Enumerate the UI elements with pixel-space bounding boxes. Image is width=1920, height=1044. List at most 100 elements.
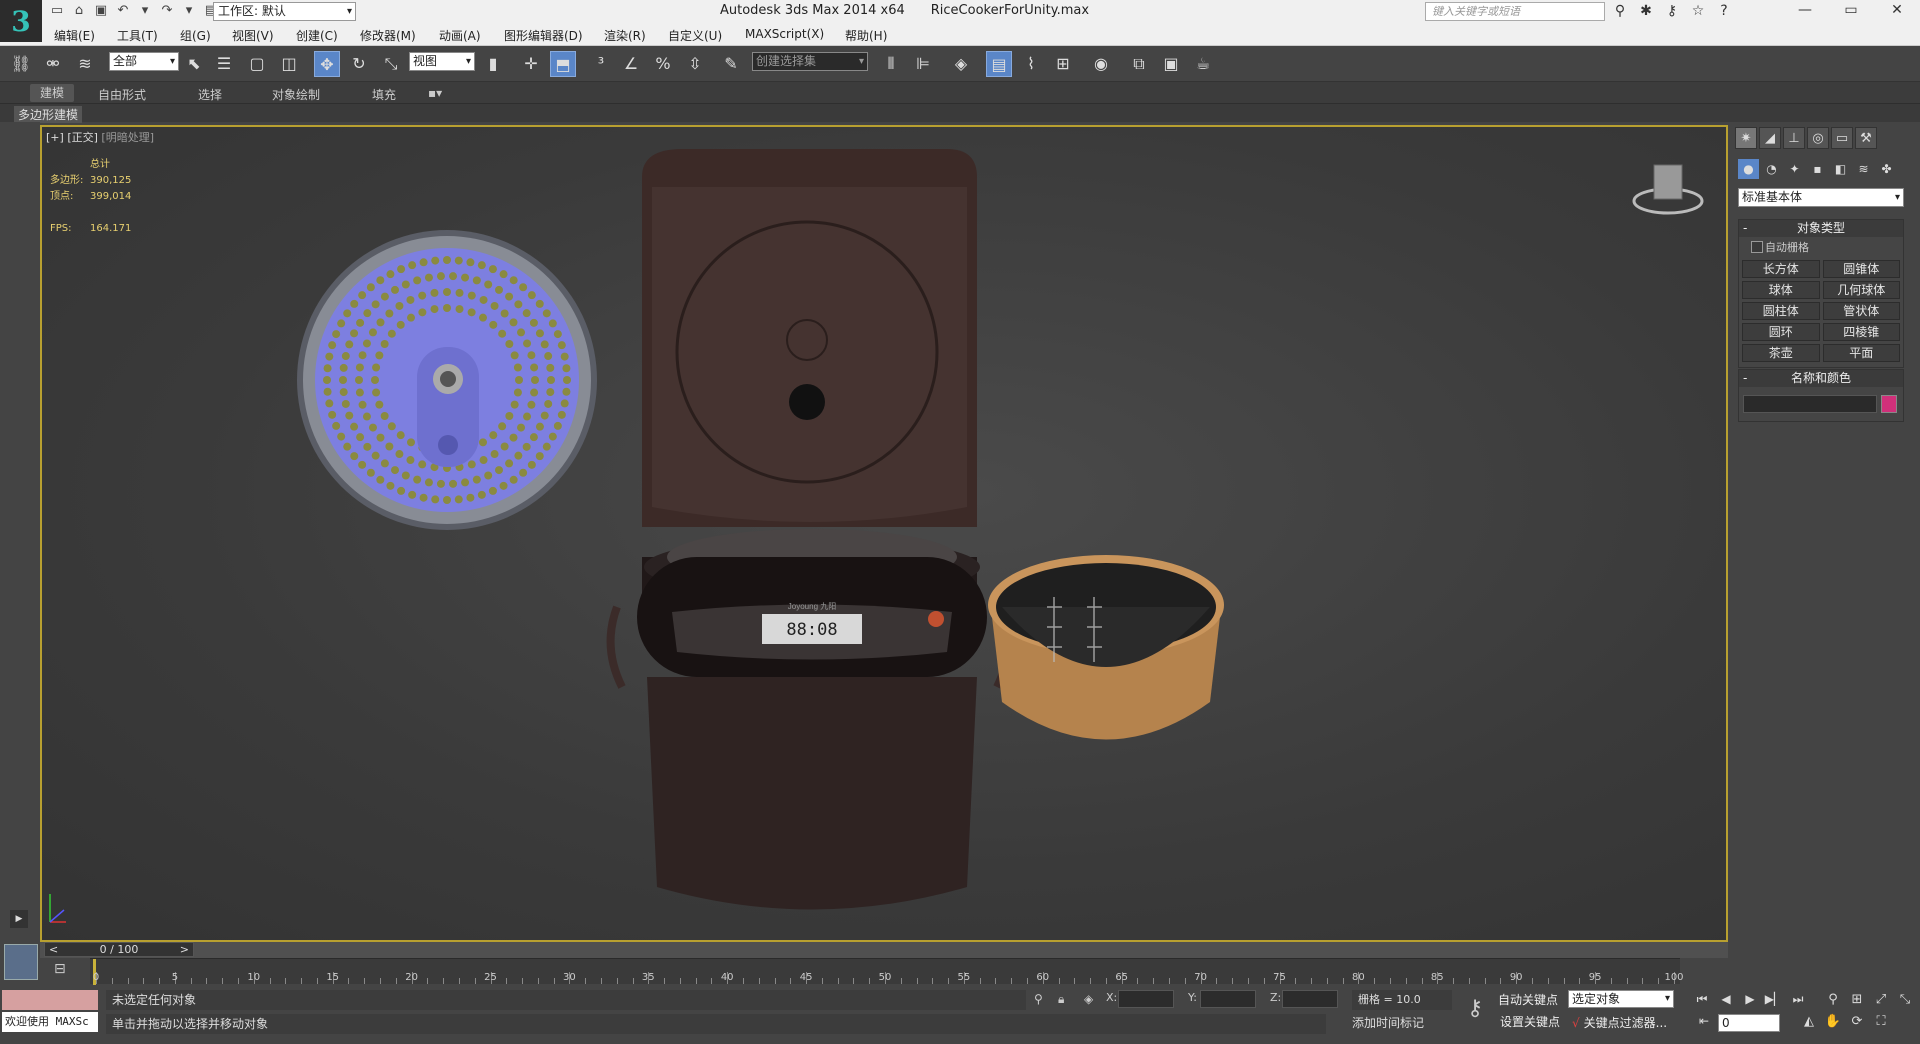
- current-frame-field[interactable]: 0: [1718, 1014, 1780, 1032]
- undo-dropdown-icon[interactable]: ▾: [136, 2, 154, 20]
- zoom-icon[interactable]: ⚲: [1822, 992, 1844, 1007]
- maxscript-welcome[interactable]: 欢迎使用 MAXSc: [2, 1012, 98, 1032]
- tools-icon[interactable]: ✱: [1636, 2, 1656, 20]
- geometry-category-dropdown[interactable]: 标准基本体: [1738, 188, 1904, 207]
- mirror-icon[interactable]: ⫴: [878, 51, 904, 77]
- restore-button[interactable]: ▭: [1828, 0, 1874, 20]
- display-tab-icon[interactable]: ▭: [1831, 127, 1853, 149]
- align-icon[interactable]: ⊫: [910, 51, 936, 77]
- inner-lid-model[interactable]: [297, 230, 597, 530]
- ribbon-tab-object-paint[interactable]: 对象绘制: [272, 86, 320, 103]
- snap-3d-icon[interactable]: ³: [588, 51, 614, 77]
- save-icon[interactable]: ▣: [92, 2, 110, 20]
- helpers-icon[interactable]: ◧: [1830, 159, 1851, 179]
- cameras-icon[interactable]: ▪: [1807, 159, 1828, 179]
- ribbon-tab-populate[interactable]: 填充: [372, 86, 396, 103]
- viewport-thumbnail[interactable]: [4, 944, 38, 980]
- inner-pot-model[interactable]: [988, 555, 1224, 740]
- selection-filter-dropdown[interactable]: 全部: [109, 52, 179, 71]
- prev-frame-icon[interactable]: ◀: [1716, 992, 1736, 1006]
- orbit-icon[interactable]: ⟳: [1846, 1014, 1868, 1029]
- create-torus-button[interactable]: 圆环: [1742, 323, 1820, 341]
- select-object-icon[interactable]: ⬉: [181, 51, 207, 77]
- ribbon-options-icon[interactable]: ▪▾: [428, 86, 442, 100]
- edit-named-selection-icon[interactable]: ✎: [718, 51, 744, 77]
- autogrid-checkbox[interactable]: 自动栅格: [1739, 237, 1903, 257]
- select-by-name-icon[interactable]: ☰: [211, 51, 237, 77]
- zoom-extents-all-icon[interactable]: ⤡: [1894, 992, 1916, 1007]
- unlink-icon[interactable]: ⚮: [40, 51, 66, 77]
- angle-snap-icon[interactable]: ∠: [618, 51, 644, 77]
- render-production-icon[interactable]: ☕: [1190, 51, 1216, 77]
- menu-views[interactable]: 视图(V): [232, 27, 274, 44]
- menu-help[interactable]: 帮助(H): [845, 27, 887, 44]
- menu-create[interactable]: 创建(C): [296, 27, 338, 44]
- track-bar[interactable]: 0 5 10 15 20 25 30 35 40 45 50 55 60 65 70 75 80 85 90 95 10…: [90, 958, 1684, 985]
- star-icon[interactable]: ☆: [1688, 2, 1708, 20]
- object-color-swatch[interactable]: [1881, 395, 1897, 413]
- maxscript-mini-listener[interactable]: [2, 990, 98, 1010]
- rect-selection-icon[interactable]: ▢: [244, 51, 270, 77]
- field-of-view-icon[interactable]: ◭: [1798, 1014, 1820, 1029]
- render-setup-icon[interactable]: ⧉: [1126, 51, 1152, 77]
- material-editor-icon[interactable]: ◉: [1088, 51, 1114, 77]
- key-icon[interactable]: ⚷: [1662, 2, 1682, 20]
- lights-icon[interactable]: ✦: [1784, 159, 1805, 179]
- transform-mode-icon[interactable]: ◈: [1084, 992, 1093, 1006]
- geometry-icon[interactable]: ●: [1738, 159, 1759, 179]
- zoom-extents-icon[interactable]: ⤢: [1870, 992, 1892, 1007]
- add-time-tag[interactable]: 添加时间标记: [1352, 1014, 1424, 1031]
- redo-icon[interactable]: ↷: [158, 2, 176, 20]
- new-file-icon[interactable]: ▭: [48, 2, 66, 20]
- create-geosphere-button[interactable]: 几何球体: [1822, 281, 1900, 299]
- close-button[interactable]: ✕: [1874, 0, 1920, 20]
- ribbon-tab-selection[interactable]: 选择: [198, 86, 222, 103]
- manipulate-icon[interactable]: ✛: [518, 51, 544, 77]
- next-frame-icon[interactable]: ▶▏: [1764, 992, 1784, 1006]
- minimize-button[interactable]: —: [1782, 0, 1828, 20]
- auto-key-button[interactable]: 自动关键点: [1498, 990, 1558, 1010]
- rendered-frame-icon[interactable]: ▣: [1158, 51, 1184, 77]
- set-key-button[interactable]: 设置关键点: [1500, 1012, 1560, 1032]
- menu-edit[interactable]: 编辑(E): [54, 27, 95, 44]
- create-sphere-button[interactable]: 球体: [1742, 281, 1820, 299]
- select-move-icon[interactable]: ✥: [314, 51, 340, 77]
- goto-start-icon[interactable]: ⏮: [1692, 992, 1712, 1007]
- reference-coord-dropdown[interactable]: 视图: [409, 52, 475, 71]
- menu-tools[interactable]: 工具(T): [117, 27, 158, 44]
- pan-icon[interactable]: ✋: [1822, 1014, 1844, 1029]
- spacewarps-icon[interactable]: ≋: [1853, 159, 1874, 179]
- viewcube-widget[interactable]: [1630, 159, 1706, 219]
- create-plane-button[interactable]: 平面: [1822, 344, 1900, 362]
- shapes-icon[interactable]: ◔: [1761, 159, 1782, 179]
- y-coord-field[interactable]: [1200, 990, 1256, 1008]
- menu-rendering[interactable]: 渲染(R): [604, 27, 646, 44]
- systems-icon[interactable]: ✤: [1876, 159, 1897, 179]
- binoculars-icon[interactable]: ⚲: [1610, 2, 1630, 20]
- bind-spacewarp-icon[interactable]: ≋: [72, 51, 98, 77]
- curve-editor-mini-icon[interactable]: ⊟: [54, 961, 66, 977]
- help-icon[interactable]: ?: [1714, 2, 1734, 20]
- lock-icon[interactable]: 🔒︎: [1058, 992, 1064, 1007]
- schematic-view-icon[interactable]: ⊞: [1050, 51, 1076, 77]
- percent-snap-icon[interactable]: %: [650, 51, 676, 77]
- goto-end-icon[interactable]: ⏭: [1788, 992, 1808, 1007]
- menu-maxscript[interactable]: MAXScript(X): [745, 27, 824, 41]
- menu-modifiers[interactable]: 修改器(M): [360, 27, 416, 44]
- menu-group[interactable]: 组(G): [180, 27, 211, 44]
- name-color-title[interactable]: 名称和颜色: [1739, 370, 1903, 387]
- maximize-viewport-icon[interactable]: ⛶: [1870, 1014, 1892, 1029]
- maxscript-listener-toggle[interactable]: ▶: [10, 910, 28, 928]
- time-slider[interactable]: 0 / 100: [44, 942, 194, 957]
- spinner-snap-icon[interactable]: ⇳: [682, 51, 708, 77]
- open-file-icon[interactable]: ⌂: [70, 2, 88, 20]
- menu-graph-editors[interactable]: 图形编辑器(D): [504, 27, 583, 44]
- menu-customize[interactable]: 自定义(U): [668, 27, 722, 44]
- create-cylinder-button[interactable]: 圆柱体: [1742, 302, 1820, 320]
- curve-editor-icon[interactable]: ⌇: [1018, 51, 1044, 77]
- menu-animation[interactable]: 动画(A): [439, 27, 481, 44]
- create-cone-button[interactable]: 圆锥体: [1822, 260, 1900, 278]
- ribbon-tab-freeform[interactable]: 自由形式: [98, 86, 146, 103]
- object-type-title[interactable]: 对象类型: [1739, 220, 1903, 237]
- key-mode-toggle-icon[interactable]: ⇤: [1694, 1014, 1714, 1028]
